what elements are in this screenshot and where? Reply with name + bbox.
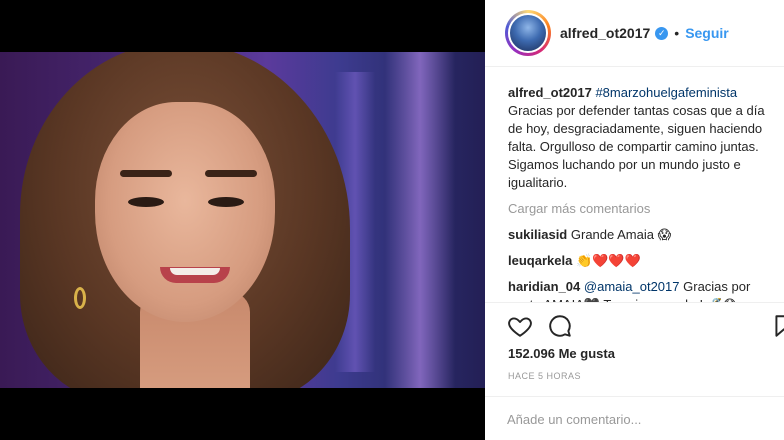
load-more-comments-button[interactable]: Cargar más comentarios (508, 200, 770, 218)
comment-icon[interactable] (547, 313, 573, 339)
likes-count[interactable]: 152.096 Me gusta (508, 346, 615, 361)
comment-text: Grande Amaia 😱 (570, 227, 672, 242)
list-item: sukiliasid Grande Amaia 😱 (508, 226, 770, 244)
comment-username[interactable]: sukiliasid (508, 227, 567, 242)
list-item: leuqarkela 👏❤️❤️❤️ (508, 252, 770, 270)
post-media (0, 0, 485, 440)
verified-badge-icon: ✓ (655, 26, 669, 40)
comment-mention[interactable]: @amaia_ot2017 (584, 279, 680, 294)
comment-username[interactable]: leuqarkela (508, 253, 572, 268)
comments-list[interactable]: alfred_ot2017 #8marzohuelgafeminista Gra… (508, 84, 770, 302)
caption-username[interactable]: alfred_ot2017 (508, 85, 592, 100)
add-comment-bar (485, 396, 784, 440)
post-actions (485, 302, 784, 346)
post-header: alfred_ot2017 ✓ • Seguir (485, 0, 784, 67)
separator-dot: • (674, 25, 680, 41)
post-caption: alfred_ot2017 #8marzohuelgafeminista Gra… (508, 84, 770, 192)
follow-button[interactable]: Seguir (685, 25, 729, 41)
list-item: haridian_04 @amaia_ot2017 Gracias por se… (508, 278, 770, 302)
bookmark-icon[interactable] (771, 313, 784, 339)
heart-icon[interactable] (507, 313, 533, 339)
post-photo[interactable] (0, 52, 485, 388)
comment-username[interactable]: haridian_04 (508, 279, 580, 294)
caption-hashtag[interactable]: #8marzohuelgafeminista (595, 85, 737, 100)
post-timestamp: HACE 5 HORAS (508, 371, 582, 381)
comment-text: 👏❤️❤️❤️ (575, 253, 641, 268)
caption-text: Gracias por defender tantas cosas que a … (508, 103, 765, 190)
avatar[interactable] (505, 10, 551, 56)
comment-input[interactable] (507, 409, 737, 429)
post-username[interactable]: alfred_ot2017 (560, 25, 650, 41)
